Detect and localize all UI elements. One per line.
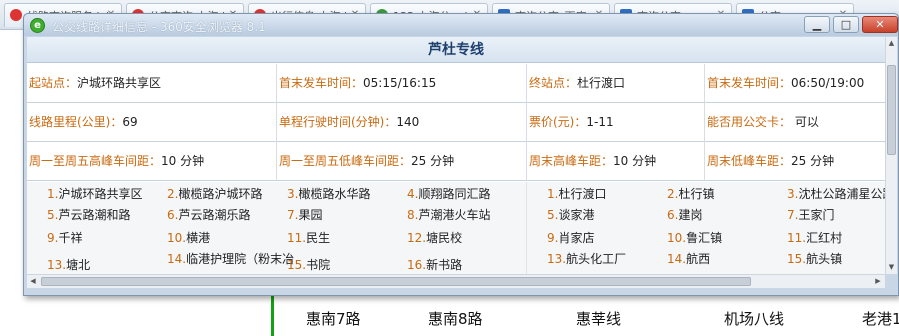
window-titlebar[interactable]: e 公交线路详细信息 - 360安全浏览器 8.1 ▁ □ ✕ bbox=[24, 14, 898, 36]
scroll-down-icon[interactable]: ▼ bbox=[886, 261, 897, 273]
horizontal-scrollbar[interactable]: ◀ ▶ bbox=[27, 274, 885, 288]
info-cell: 单程行驶时间(分钟)：140 bbox=[277, 103, 527, 142]
info-value: 25 分钟 bbox=[791, 154, 835, 168]
station-item: 7.果园 bbox=[287, 208, 323, 222]
info-label: 终站点： bbox=[529, 76, 578, 90]
station-list: 1.沪城环路共享区 2.橄榄路沪城环路 3.橄榄路水华路 4.顺翔路同汇路 5.… bbox=[27, 182, 885, 274]
route-link[interactable]: 老港1 bbox=[862, 308, 899, 329]
station-item: 8.芦潮港火车站 bbox=[407, 208, 491, 222]
stations-down-panel: 1.杜行渡口 2.杜行镇 3.沈杜公路浦星公路 5.谈家港 6.建岗 7.王家门… bbox=[527, 182, 885, 274]
info-value: 可以 bbox=[791, 115, 819, 129]
station-item: 15.书院 bbox=[287, 258, 331, 272]
info-label: 首末发车时间： bbox=[707, 76, 792, 90]
info-label: 首末发车时间： bbox=[279, 76, 364, 90]
minimize-button[interactable]: ▁ bbox=[804, 16, 830, 33]
info-cell: 终站点：杜行渡口 bbox=[527, 64, 705, 103]
scroll-left-icon[interactable]: ◀ bbox=[27, 275, 39, 288]
station-item: 13.塘北 bbox=[47, 258, 91, 272]
station-item: 9.千祥 bbox=[47, 231, 83, 245]
info-cell: 周末低峰车距：25 分钟 bbox=[705, 142, 885, 181]
window-title: 公交线路详细信息 - 360安全浏览器 8.1 bbox=[52, 20, 266, 34]
info-cell: 能否用公交卡： 可以 bbox=[705, 103, 885, 142]
info-label: 能否用公交卡： bbox=[707, 115, 792, 129]
route-link[interactable]: 机场八线 bbox=[724, 308, 784, 329]
station-item: 14.临港护理院（粉末冶 bbox=[167, 252, 295, 266]
vertical-scrollbar[interactable]: ▲ ▼ bbox=[885, 37, 897, 274]
station-item: 6.建岗 bbox=[667, 208, 703, 222]
station-item: 9.肖家店 bbox=[547, 231, 595, 245]
station-item: 3.橄榄路水华路 bbox=[287, 187, 371, 201]
info-cell: 首末发车时间：05:15/16:15 bbox=[277, 64, 527, 103]
station-item: 6.芦云路潮乐路 bbox=[167, 208, 251, 222]
station-item: 12.塘民校 bbox=[407, 231, 463, 245]
info-label: 周末低峰车距： bbox=[707, 154, 792, 168]
info-value: 140 bbox=[396, 115, 420, 129]
info-cell: 线路里程(公里)：69 bbox=[27, 103, 277, 142]
info-row: 周一至周五高峰车间距：10 分钟 周一至周五低峰车间距：25 分钟 周末高峰车距… bbox=[27, 142, 885, 181]
station-item: 2.橄榄路沪城环路 bbox=[167, 187, 263, 201]
station-item: 10.鲁汇镇 bbox=[667, 231, 723, 245]
station-item: 14.航西 bbox=[667, 252, 711, 266]
info-row: 起站点：沪城环路共享区 首末发车时间：05:15/16:15 终站点：杜行渡口 … bbox=[27, 64, 885, 103]
station-item: 4.顺翔路同汇路 bbox=[407, 187, 491, 201]
info-value: 05:15/16:15 bbox=[363, 76, 437, 90]
info-value: 10 分钟 bbox=[613, 154, 657, 168]
browser-logo-icon: e bbox=[30, 18, 45, 33]
station-item: 5.芦云路潮和路 bbox=[47, 208, 131, 222]
maximize-button[interactable]: □ bbox=[833, 16, 859, 33]
stations-up-panel: 1.沪城环路共享区 2.橄榄路沪城环路 3.橄榄路水华路 4.顺翔路同汇路 5.… bbox=[27, 182, 527, 274]
station-item: 5.谈家港 bbox=[547, 208, 595, 222]
info-value: 杜行渡口 bbox=[577, 76, 626, 90]
info-label: 周一至周五高峰车间距： bbox=[29, 154, 162, 168]
info-value: 1-11 bbox=[586, 115, 614, 129]
route-link[interactable]: 惠南8路 bbox=[428, 308, 483, 329]
route-link[interactable]: 惠南7路 bbox=[306, 308, 361, 329]
info-value: 10 分钟 bbox=[161, 154, 205, 168]
info-cell: 首末发车时间：06:50/19:00 bbox=[705, 64, 885, 103]
info-label: 单程行驶时间(分钟)： bbox=[279, 115, 397, 129]
scroll-right-icon[interactable]: ▶ bbox=[872, 275, 884, 288]
info-row: 线路里程(公里)：69 单程行驶时间(分钟)：140 票价(元)：1-11 能否… bbox=[27, 103, 885, 142]
station-item: 1.沪城环路共享区 bbox=[47, 187, 143, 201]
route-detail-content: 芦杜专线 起站点：沪城环路共享区 首末发车时间：05:15/16:15 终站点：… bbox=[27, 37, 885, 274]
info-value: 沪城环路共享区 bbox=[77, 76, 162, 90]
info-cell: 起站点：沪城环路共享区 bbox=[27, 64, 277, 103]
green-divider bbox=[271, 296, 274, 336]
station-item: 11.汇红村 bbox=[787, 231, 843, 245]
info-cell: 周一至周五低峰车间距：25 分钟 bbox=[277, 142, 527, 181]
popup-window: e 公交线路详细信息 - 360安全浏览器 8.1 ▁ □ ✕ 芦杜专线 起站点… bbox=[23, 13, 899, 296]
station-item: 11.民生 bbox=[287, 231, 331, 245]
close-button[interactable]: ✕ bbox=[862, 16, 898, 33]
station-item: 10.横港 bbox=[167, 231, 211, 245]
info-value: 06:50/19:00 bbox=[791, 76, 865, 90]
info-cell: 周末高峰车距：10 分钟 bbox=[527, 142, 705, 181]
station-item: 16.新书路 bbox=[407, 258, 463, 272]
station-item: 13.航头化工厂 bbox=[547, 252, 627, 266]
station-item: 3.沈杜公路浦星公路 bbox=[787, 187, 885, 201]
info-cell: 周一至周五高峰车间距：10 分钟 bbox=[27, 142, 277, 181]
info-value: 69 bbox=[122, 115, 138, 129]
scroll-up-icon[interactable]: ▲ bbox=[886, 37, 897, 49]
route-name: 芦杜专线 bbox=[27, 37, 885, 63]
info-label: 周一至周五低峰车间距： bbox=[279, 154, 412, 168]
info-cell: 票价(元)：1-11 bbox=[527, 103, 705, 142]
station-item: 1.杜行渡口 bbox=[547, 187, 607, 201]
info-label: 起站点： bbox=[29, 76, 78, 90]
station-item: 2.杜行镇 bbox=[667, 187, 715, 201]
info-label: 周末高峰车距： bbox=[529, 154, 614, 168]
info-label: 票价(元)： bbox=[529, 115, 587, 129]
vertical-scroll-thumb[interactable] bbox=[887, 65, 896, 155]
red-circle-icon bbox=[10, 9, 22, 21]
station-item: 7.王家门 bbox=[787, 208, 835, 222]
horizontal-scroll-thumb[interactable] bbox=[41, 277, 751, 286]
route-link[interactable]: 惠莘线 bbox=[576, 308, 621, 329]
info-value: 25 分钟 bbox=[411, 154, 455, 168]
station-item: 15.航头镇 bbox=[787, 252, 843, 266]
info-label: 线路里程(公里)： bbox=[29, 115, 123, 129]
